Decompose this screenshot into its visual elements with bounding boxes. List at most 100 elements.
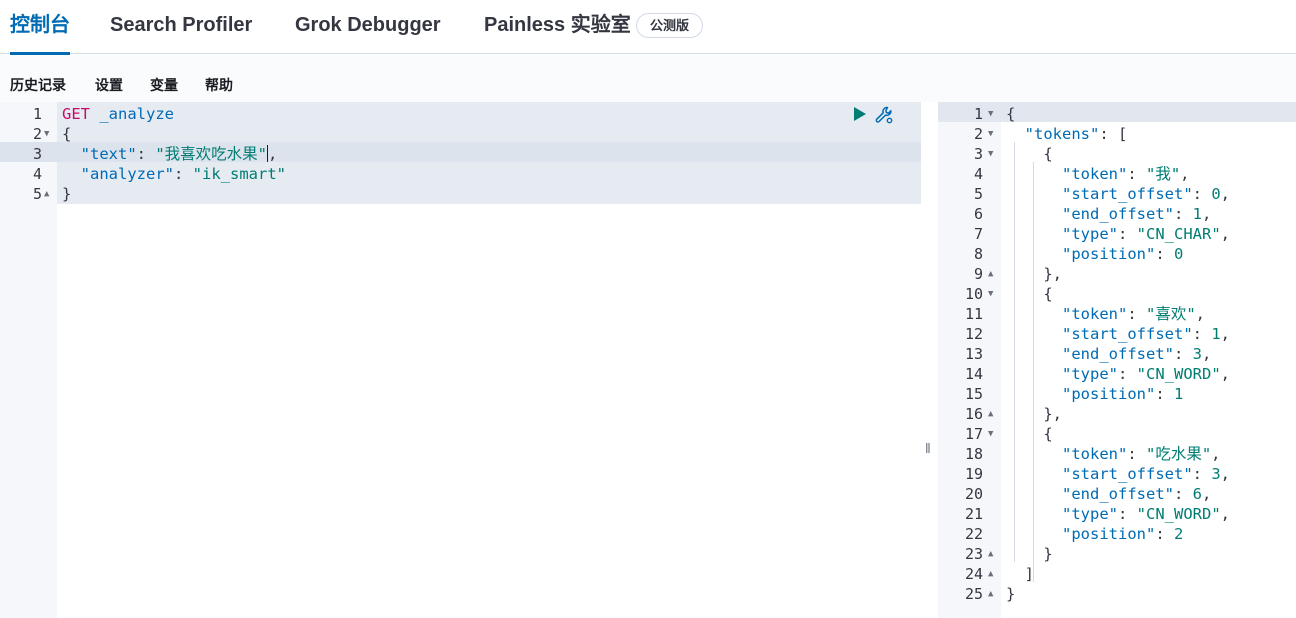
fold-down-icon[interactable]: ▼: [988, 104, 993, 124]
json-string: "ik_smart": [192, 165, 286, 183]
line-number: 23: [964, 545, 983, 563]
line-number: 2: [973, 125, 983, 143]
json-string: "CN_WORD": [1136, 505, 1221, 523]
line-number: 24: [964, 565, 983, 583]
json-key: "end_offset": [1062, 345, 1174, 363]
help-button[interactable]: 帮助: [205, 75, 233, 95]
line-number: 20: [964, 485, 983, 503]
response-line: "position": 1: [1062, 385, 1184, 403]
fold-down-icon[interactable]: ▼: [988, 124, 993, 144]
settings-button[interactable]: 设置: [95, 75, 123, 95]
brace: }: [62, 185, 72, 203]
request-editor[interactable]: 1 2 ▼ 3 4 5 ▲ GET _analyze { "text": "我喜…: [0, 102, 921, 618]
json-key: "position": [1062, 245, 1156, 263]
line-number: 14: [964, 365, 983, 383]
line-number: 5: [973, 185, 983, 203]
json-number: 0: [1211, 185, 1221, 203]
response-line: ]: [1006, 565, 1034, 583]
response-line: "type": "CN_CHAR",: [1062, 225, 1231, 243]
pane-divider: [921, 102, 938, 618]
line-number: 18: [964, 445, 983, 463]
response-line: },: [1006, 405, 1062, 423]
fold-up-icon[interactable]: ▲: [988, 404, 993, 424]
fold-up-icon[interactable]: ▲: [988, 564, 993, 584]
play-icon[interactable]: [853, 106, 867, 122]
wrench-icon[interactable]: [874, 105, 894, 125]
json-key: "analyzer": [80, 165, 174, 183]
line-number: 21: [964, 505, 983, 523]
fold-down-icon[interactable]: ▼: [988, 144, 993, 164]
fold-down-icon[interactable]: ▼: [988, 424, 993, 444]
line-number: 17: [964, 425, 983, 443]
line-number: 4: [32, 165, 42, 183]
line-number: 19: [964, 465, 983, 483]
json-key: "end_offset": [1062, 485, 1174, 503]
fold-down-icon[interactable]: ▼: [44, 124, 49, 144]
response-line: "start_offset": 1,: [1062, 325, 1231, 343]
response-line: "end_offset": 6,: [1062, 485, 1212, 503]
response-line: {: [1006, 285, 1053, 303]
line-number: 13: [964, 345, 983, 363]
json-string: "CN_CHAR": [1136, 225, 1221, 243]
json-key: "tokens": [1024, 125, 1100, 143]
variables-button[interactable]: 变量: [150, 75, 178, 95]
line-number: 1: [32, 105, 42, 123]
request-line-3: "text": "我喜欢吃水果",: [80, 145, 278, 163]
line-number: 2: [32, 125, 42, 143]
tab-search-profiler[interactable]: Search Profiler: [110, 0, 252, 54]
json-string: "我喜欢吃水果": [155, 145, 268, 163]
json-key: "start_offset": [1062, 465, 1193, 483]
fold-down-icon[interactable]: ▼: [988, 284, 993, 304]
json-key: "text": [80, 145, 137, 163]
response-viewer[interactable]: 1 ▼ 2 ▼ 3 ▼ 4 5 6 7 8 9 ▲ 10 ▼ 11 12 13 14 15 16 ▲ 17 ▼ 18 19 20 21…: [938, 102, 1296, 618]
brace: {: [62, 125, 72, 143]
response-line: {: [1006, 145, 1053, 163]
response-line: }: [1006, 585, 1016, 603]
drag-handle-icon[interactable]: ‖: [925, 440, 933, 456]
json-key: "start_offset": [1062, 325, 1193, 343]
request-line-4: "analyzer": "ik_smart": [80, 165, 286, 183]
line-number: 10: [964, 285, 983, 303]
json-number: 0: [1174, 245, 1184, 263]
json-string: "喜欢": [1146, 305, 1196, 323]
tab-console[interactable]: 控制台: [10, 0, 70, 55]
line-number: 6: [973, 205, 983, 223]
request-line-5: }: [62, 184, 921, 204]
response-line: "type": "CN_WORD",: [1062, 505, 1231, 523]
json-key: "token": [1062, 165, 1128, 183]
response-line: {: [1006, 105, 1016, 123]
json-string: "我": [1146, 165, 1181, 183]
json-number: 3: [1192, 345, 1202, 363]
line-number: 5: [32, 185, 42, 203]
response-line: "tokens": [: [1024, 125, 1128, 143]
line-number: 12: [964, 325, 983, 343]
json-number: 1: [1211, 325, 1221, 343]
line-number: 7: [973, 225, 983, 243]
http-method: GET: [62, 105, 90, 123]
json-key: "token": [1062, 305, 1128, 323]
response-line: {: [1006, 425, 1053, 443]
history-button[interactable]: 历史记录: [10, 75, 66, 95]
json-key: "end_offset": [1062, 205, 1174, 223]
json-string: "CN_WORD": [1136, 365, 1221, 383]
response-line: "token": "我",: [1062, 165, 1190, 183]
fold-up-icon[interactable]: ▲: [988, 584, 993, 604]
json-key: "position": [1062, 525, 1156, 543]
request-code[interactable]: GET _analyze { "text": "我喜欢吃水果", "analyz…: [62, 102, 921, 618]
response-line: "end_offset": 3,: [1062, 345, 1212, 363]
fold-up-icon[interactable]: ▲: [44, 184, 49, 204]
line-number: 1: [973, 105, 983, 123]
request-line-numbers: 1 2 ▼ 3 4 5 ▲: [0, 102, 57, 618]
tab-painless-lab[interactable]: Painless 实验室: [484, 0, 631, 54]
json-key: "start_offset": [1062, 185, 1193, 203]
line-number: 15: [964, 385, 983, 403]
request-line-2: {: [62, 124, 921, 144]
line-number: 22: [964, 525, 983, 543]
response-line: "position": 0: [1062, 245, 1184, 263]
fold-up-icon[interactable]: ▲: [988, 264, 993, 284]
json-key: "type": [1062, 505, 1118, 523]
fold-up-icon[interactable]: ▲: [988, 544, 993, 564]
tab-grok-debugger[interactable]: Grok Debugger: [295, 0, 441, 54]
json-key: "position": [1062, 385, 1156, 403]
line-number: 4: [973, 165, 983, 183]
